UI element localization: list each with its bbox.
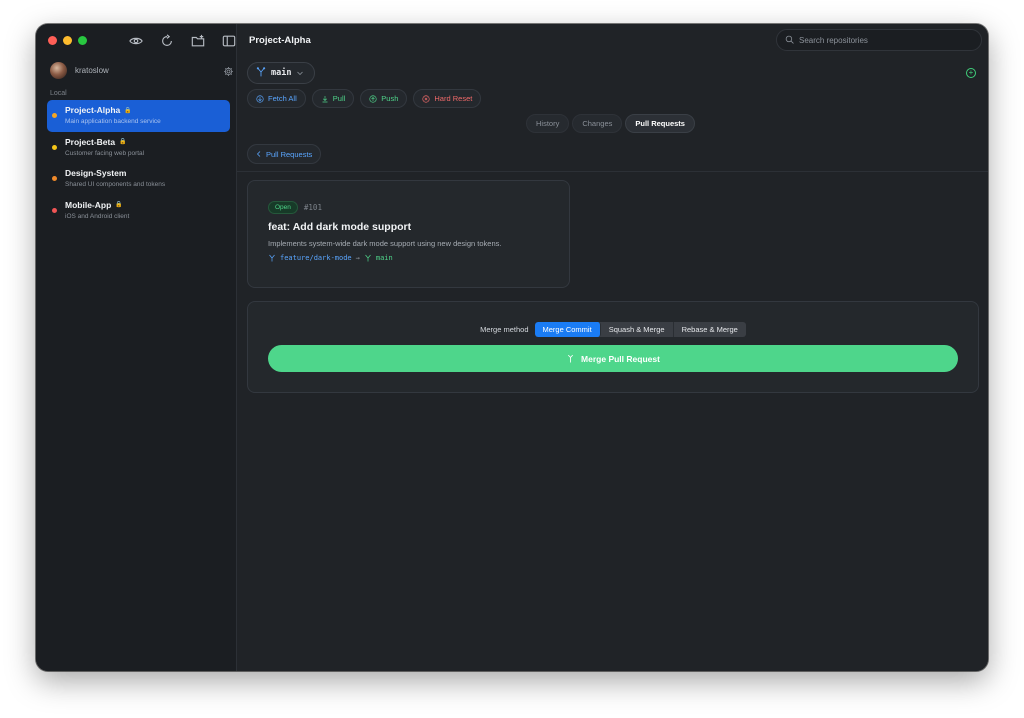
page-title: Project-Alpha (249, 35, 311, 46)
pull-button[interactable]: Pull (311, 89, 355, 108)
pr-branches: feature/dark-mode → main (268, 254, 549, 262)
avatar (50, 61, 67, 79)
rebase-merge-option[interactable]: Rebase & Merge (674, 322, 746, 337)
view-tabs: History Changes Pull Requests (526, 114, 695, 133)
merge-icon (567, 354, 574, 363)
status-dot (52, 113, 57, 118)
repo-description: Main application backend service (65, 118, 161, 125)
zoom-window-button[interactable] (78, 36, 87, 45)
merge-method-selector: Merge Commit Squash & Merge Rebase & Mer… (534, 322, 746, 337)
source-branch: feature/dark-mode (280, 254, 352, 262)
toolbar (128, 33, 236, 48)
gear-icon[interactable] (223, 64, 234, 76)
sidebar: kratoslow Local Project-Alpha 🔒 Main appl… (36, 24, 237, 671)
pr-title: feat: Add dark mode support (268, 221, 412, 233)
merge-commit-option[interactable]: Merge Commit (534, 322, 601, 337)
pr-number: #101 (303, 203, 322, 212)
search-input[interactable] (799, 35, 969, 45)
fetch-all-button[interactable]: Fetch All (247, 89, 306, 108)
status-dot (52, 144, 57, 150)
divider (237, 171, 988, 172)
squash-merge-option[interactable]: Squash & Merge (601, 322, 674, 337)
repo-item-project-alpha[interactable]: Project-Alpha 🔒 Main application backend … (47, 100, 230, 132)
fetch-all-label: Fetch All (268, 94, 297, 103)
pull-request-card: Open #101 feat: Add dark mode support Im… (247, 180, 570, 288)
search-icon (785, 31, 794, 49)
eye-icon[interactable] (128, 33, 143, 48)
status-dot (52, 176, 57, 181)
push-icon (369, 94, 377, 103)
merge-panel: Merge method Merge Commit Squash & Merge… (247, 301, 979, 393)
merge-pull-request-button[interactable]: Merge Pull Request (268, 345, 958, 372)
branch-name: main (271, 68, 292, 78)
tab-history[interactable]: History (526, 114, 570, 133)
repo-description: iOS and Android client (65, 212, 130, 220)
merge-method-label: Merge method (480, 325, 529, 334)
chevron-left-icon (256, 151, 261, 157)
target-branch: main (375, 254, 393, 262)
add-circle-icon[interactable]: + (966, 68, 976, 78)
branch-icon (365, 254, 371, 262)
repo-item-project-beta[interactable]: Project-Beta 🔒 Customer facing web portal (47, 132, 230, 164)
back-label: Pull Requests (266, 149, 313, 159)
pull-label: Pull (332, 94, 346, 103)
lock-icon: 🔒 (124, 107, 132, 114)
lock-icon: 🔒 (119, 139, 127, 145)
hard-reset-button[interactable]: Hard Reset (413, 89, 482, 108)
branch-icon (256, 64, 266, 82)
section-label-local: Local (50, 90, 67, 97)
repo-item-mobile-app[interactable]: Mobile-App 🔒 iOS and Android client (47, 195, 230, 227)
push-label: Push (381, 94, 399, 103)
search-box[interactable] (776, 29, 982, 51)
main-panel: Project-Alpha main + Fetch All (237, 24, 988, 671)
pr-description: Implements system-wide dark mode support… (268, 239, 502, 248)
app-window: kratoslow Local Project-Alpha 🔒 Main appl… (36, 24, 988, 671)
repo-name: Mobile-App (65, 199, 112, 210)
fetch-icon (256, 94, 264, 103)
status-badge: Open (268, 201, 298, 214)
add-folder-icon[interactable] (190, 33, 205, 48)
sidebar-toggle-icon[interactable] (221, 33, 236, 48)
git-actions: Fetch All Pull Push Hard Reset (247, 89, 482, 108)
branch-icon (269, 254, 275, 262)
hard-reset-label: Hard Reset (434, 94, 473, 103)
pull-icon (322, 95, 328, 102)
arrow-right-icon: → (355, 254, 360, 262)
repo-item-design-system[interactable]: Design-System Shared UI components and t… (47, 163, 230, 195)
chevron-down-icon (296, 64, 304, 82)
repo-list: Project-Alpha 🔒 Main application backend … (47, 100, 230, 226)
tab-pull-requests[interactable]: Pull Requests (625, 114, 695, 133)
lock-icon: 🔒 (115, 202, 123, 208)
merge-button-label: Merge Pull Request (581, 353, 660, 364)
user-name: kratoslow (75, 65, 109, 75)
push-button[interactable]: Push (360, 89, 408, 108)
repo-name: Project-Alpha (65, 105, 121, 115)
tab-changes[interactable]: Changes (572, 114, 623, 133)
close-window-button[interactable] (48, 36, 57, 45)
repo-description: Shared UI components and tokens (65, 181, 166, 188)
user-profile[interactable]: kratoslow (50, 60, 236, 80)
refresh-icon[interactable] (159, 33, 174, 48)
repo-name: Design-System (65, 168, 127, 178)
branch-selector[interactable]: main (247, 62, 315, 84)
repo-description: Customer facing web portal (65, 149, 145, 157)
minimize-window-button[interactable] (63, 36, 72, 45)
window-controls (48, 36, 87, 45)
repo-name: Project-Beta (65, 136, 116, 147)
status-dot (52, 207, 57, 213)
back-to-pull-requests-button[interactable]: Pull Requests (247, 144, 322, 164)
reset-icon (422, 94, 430, 103)
